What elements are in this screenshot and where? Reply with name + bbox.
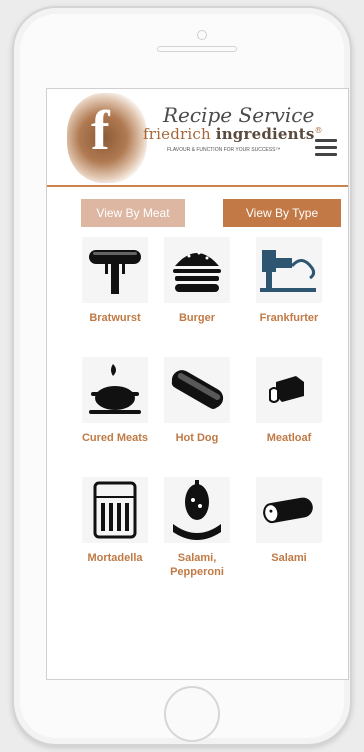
frankfurter-icon (256, 237, 322, 303)
grid-item-cured-meats[interactable]: Cured Meats (69, 357, 161, 445)
hot-dog-icon (164, 357, 230, 423)
app-screen: f Recipe Service friedrich ingredients® … (46, 88, 349, 680)
grid-item-salami[interactable]: Salami (243, 477, 335, 565)
view-by-meat-button[interactable]: View By Meat (81, 199, 185, 227)
salami-icon (256, 477, 322, 543)
view-by-type-button[interactable]: View By Type (223, 199, 341, 227)
phone-frame: f Recipe Service friedrich ingredients® … (12, 6, 352, 746)
menu-icon[interactable] (315, 139, 337, 157)
brand-tagline: FLAVOUR & FUNCTION FOR YOUR SUCCESS™ (167, 147, 281, 153)
cured-meats-icon (82, 357, 148, 423)
grid-item-frankfurter[interactable]: Frankfurter (243, 237, 335, 325)
brand-registered-mark: ® (314, 126, 323, 135)
grid-item-label: Salami (271, 552, 307, 564)
grid-item-label: Mortadella (87, 552, 143, 564)
grid-item-burger[interactable]: Burger (151, 237, 243, 325)
earpiece-speaker (157, 46, 237, 52)
bratwurst-icon (82, 237, 148, 303)
grid-item-meatloaf[interactable]: Meatloaf (243, 357, 335, 445)
meatloaf-icon (256, 357, 322, 423)
recipe-service-title: Recipe Service (163, 103, 315, 127)
grid-item-mortadella[interactable]: Mortadella (69, 477, 161, 565)
front-camera (197, 30, 207, 40)
mortadella-icon (82, 477, 148, 543)
grid-item-salami-pepperoni[interactable]: Salami, Pepperoni (151, 477, 243, 579)
brand-name-bold: ingredients (215, 125, 315, 143)
burger-icon (164, 237, 230, 303)
grid-item-label: Frankfurter (259, 312, 319, 324)
grid-item-bratwurst[interactable]: Bratwurst (69, 237, 161, 325)
home-button[interactable] (164, 686, 220, 742)
brand-name-light: friedrich (143, 125, 211, 143)
grid-item-label: Burger (178, 312, 216, 324)
salami-pepperoni-icon (164, 477, 230, 543)
logo-letter: f (91, 100, 110, 162)
grid-item-hot-dog[interactable]: Hot Dog (151, 357, 243, 445)
app-header: f Recipe Service friedrich ingredients® … (47, 89, 348, 187)
grid-item-label: Hot Dog (175, 432, 219, 444)
grid-item-label: Bratwurst (89, 312, 141, 324)
grid-item-label: Meatloaf (266, 432, 312, 444)
brand-name: friedrich ingredients® (143, 125, 323, 143)
grid-item-label: Salami, Pepperoni (170, 552, 224, 578)
grid-item-label: Cured Meats (81, 432, 149, 444)
